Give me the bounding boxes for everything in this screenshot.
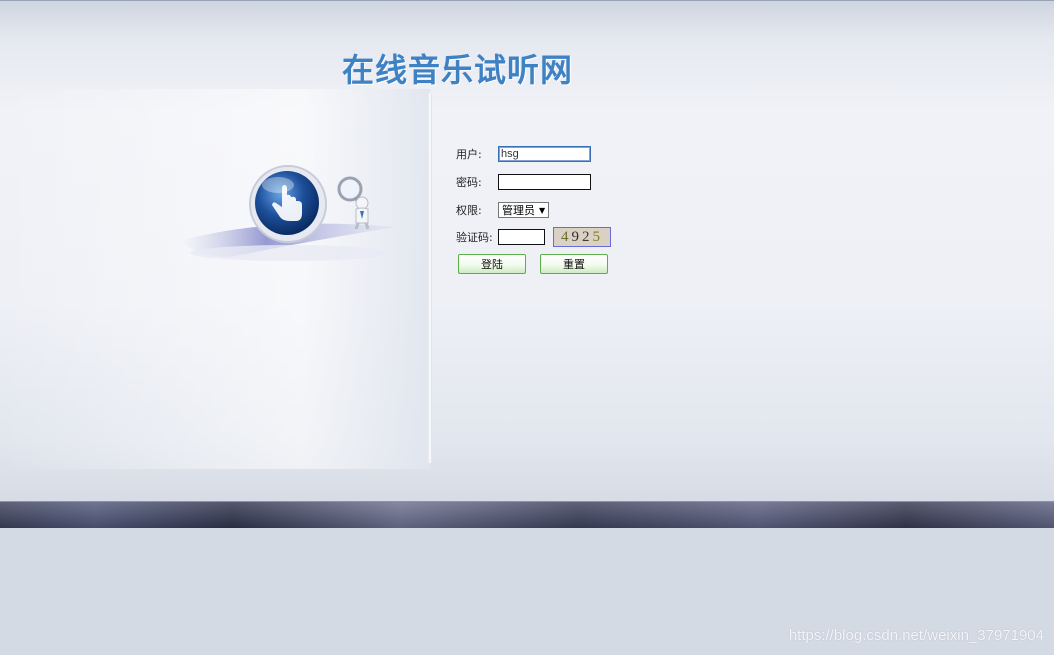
role-row: 权限: 管理员 ▼: [456, 200, 550, 220]
role-select[interactable]: 管理员 ▼: [498, 202, 550, 218]
panel-divider: [428, 93, 432, 463]
username-input[interactable]: [498, 146, 591, 162]
role-selected-value: 管理员: [502, 204, 535, 217]
reset-button[interactable]: 重置: [540, 254, 608, 274]
footer-bar: [0, 501, 1054, 528]
username-label: 用户:: [456, 148, 482, 161]
captcha-digit: 4: [561, 228, 572, 245]
dropdown-arrow-icon: ▼: [539, 205, 546, 215]
login-form: 用户: 密码: 权限: 管理员 ▼ 验证码: 4 9 2 5 登陆 重置: [456, 141, 656, 281]
password-input[interactable]: [498, 174, 591, 190]
captcha-digit: 9: [571, 228, 582, 245]
captcha-label: 验证码:: [456, 231, 493, 244]
username-row: 用户:: [456, 144, 591, 164]
magnifier-figure-icon: [337, 176, 370, 230]
watermark-text: https://blog.csdn.net/weixin_37971904: [788, 627, 1044, 644]
captcha-digit: 5: [592, 228, 603, 245]
password-row: 密码:: [456, 172, 591, 192]
captcha-input[interactable]: [498, 229, 545, 245]
logo-illustration: [180, 165, 395, 261]
captcha-row: 验证码: 4 9 2 5: [456, 227, 611, 247]
login-button[interactable]: 登陆: [458, 254, 526, 274]
captcha-image[interactable]: 4 9 2 5: [553, 227, 611, 247]
left-panel: [0, 89, 430, 469]
site-title: 在线音乐试听网: [342, 51, 574, 89]
role-label: 权限:: [456, 204, 482, 217]
hand-pointer-globe-icon: [249, 165, 327, 243]
captcha-digit: 2: [582, 228, 593, 245]
password-label: 密码:: [456, 176, 482, 189]
login-stage: 在线音乐试听网 用户: hsg 密码: 权限: 管理员 ▼ 验证码: 4 9 2…: [0, 0, 1054, 502]
